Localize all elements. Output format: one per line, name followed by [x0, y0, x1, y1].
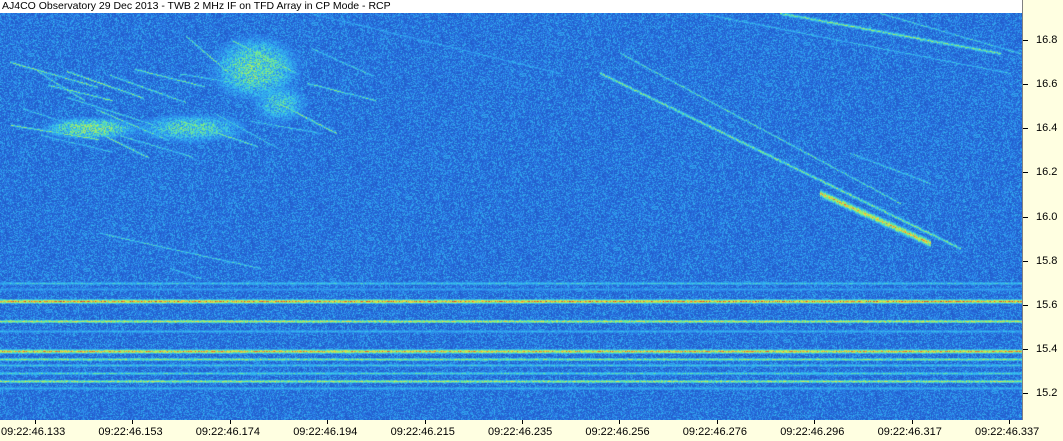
spectrogram-plot[interactable] [0, 13, 1022, 420]
y-tick-label: 16.6 [1036, 77, 1058, 90]
y-tick [1023, 216, 1028, 218]
y-tick [1023, 393, 1028, 395]
x-tick [1009, 420, 1010, 424]
x-tick-label: 09:22:46.174 [195, 426, 261, 438]
y-tick-label: 16.8 [1036, 33, 1058, 46]
window-title: AJ4CO Observatory 29 Dec 2013 - TWB 2 MH… [0, 0, 1024, 13]
y-tick [1023, 39, 1028, 41]
x-tick-label: 09:22:46.215 [390, 426, 455, 438]
y-tick [1023, 304, 1028, 306]
y-tick [1023, 83, 1028, 85]
x-tick-label: 09:22:46.337 [975, 426, 1040, 438]
x-tick [424, 420, 426, 424]
y-tick [1023, 128, 1028, 130]
x-tick [911, 420, 913, 424]
x-tick [327, 420, 329, 424]
x-tick [522, 420, 523, 424]
y-tick [1023, 172, 1028, 174]
x-tick-label: 09:22:46.296 [780, 426, 845, 438]
y-tick-label: 15.6 [1036, 298, 1058, 311]
x-tick-label: 09:22:46.276 [682, 426, 748, 438]
x-tick-label: 09:22:46.133 [1, 426, 66, 438]
y-tick [1023, 349, 1028, 351]
y-tick-label: 16.2 [1036, 166, 1058, 179]
y-tick-label: 16.0 [1036, 210, 1058, 223]
x-tick [229, 420, 231, 424]
x-tick-label: 09:22:46.153 [98, 426, 163, 438]
y-tick-label: 15.4 [1036, 343, 1058, 356]
x-tick-label: 09:22:46.317 [877, 426, 942, 438]
x-tick [716, 420, 718, 424]
x-tick-label: 09:22:46.194 [293, 426, 358, 438]
y-tick-label: 15.8 [1036, 254, 1058, 267]
y-tick-label: 16.4 [1036, 122, 1058, 135]
x-tick-label: 09:22:46.235 [488, 426, 553, 438]
frequency-axis: 16.8 16.6 16.4 16.2 16.0 15.8 15.6 15.4 15.2 [1022, 0, 1063, 420]
spectrogram-canvas [0, 13, 1022, 420]
x-tick [619, 420, 621, 424]
x-tick [132, 420, 134, 424]
x-tick-label: 09:22:46.256 [585, 426, 650, 438]
y-tick-label: 15.2 [1036, 387, 1058, 400]
x-tick [35, 420, 36, 424]
y-tick [1023, 260, 1028, 262]
x-tick [814, 420, 816, 424]
time-axis: 09:22:46.133 09:22:46.153 09:22:46.174 09:2… [0, 420, 1063, 441]
